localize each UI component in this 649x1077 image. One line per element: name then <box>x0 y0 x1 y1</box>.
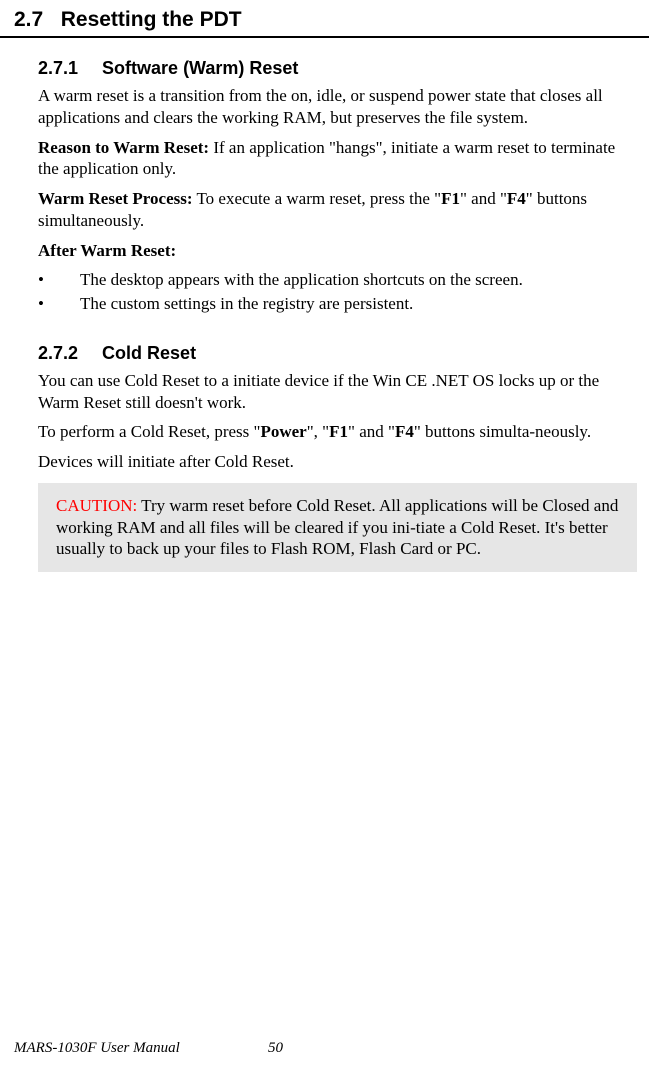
section-number: 2.7 <box>14 8 43 31</box>
cold-key-f4: F4 <box>395 422 414 441</box>
caution-body: Try warm reset before Cold Reset. All ap… <box>56 496 618 559</box>
cold-reset-after: Devices will initiate after Cold Reset. <box>38 451 637 473</box>
cold-key-f1: F1 <box>329 422 348 441</box>
cold-reset-process: To perform a Cold Reset, press "Power", … <box>38 421 637 443</box>
cold-para2-d: " buttons simulta-neously. <box>414 422 591 441</box>
bullet-text-2: The custom settings in the registry are … <box>80 293 413 315</box>
subsection-heading-1: 2.7.1 Software (Warm) Reset <box>38 58 637 79</box>
warm-reset-reason: Reason to Warm Reset: If an application … <box>38 137 637 181</box>
section-heading: 2.7 Resetting the PDT <box>0 0 649 38</box>
cold-key-power: Power <box>260 422 306 441</box>
list-item: • The custom settings in the registry ar… <box>38 293 637 315</box>
footer-manual-title: MARS-1030F User Manual <box>14 1040 180 1057</box>
subsection-heading-2: 2.7.2 Cold Reset <box>38 343 637 364</box>
subsection-title-2: Cold Reset <box>102 343 196 363</box>
cold-para2-b: ", " <box>307 422 329 441</box>
section-title-text: Resetting the PDT <box>61 8 242 31</box>
list-item: • The desktop appears with the applicati… <box>38 269 637 291</box>
cold-para2-a: To perform a Cold Reset, press " <box>38 422 260 441</box>
bullet-marker: • <box>38 293 80 315</box>
subsection-title-1: Software (Warm) Reset <box>102 58 298 78</box>
warm-reset-process: Warm Reset Process: To execute a warm re… <box>38 188 637 232</box>
reason-label: Reason to Warm Reset: <box>38 138 209 157</box>
caution-box: CAUTION: Try warm reset before Cold Rese… <box>38 483 637 572</box>
process-text-a: To execute a warm reset, press the " <box>193 189 442 208</box>
bullet-text-1: The desktop appears with the application… <box>80 269 523 291</box>
content-area: 2.7.1 Software (Warm) Reset A warm reset … <box>0 58 649 572</box>
caution-paragraph: CAUTION: Try warm reset before Cold Rese… <box>56 495 619 560</box>
cold-reset-description: You can use Cold Reset to a initiate dev… <box>38 370 637 414</box>
warm-reset-description: A warm reset is a transition from the on… <box>38 85 637 129</box>
page-footer: MARS-1030F User Manual 50 <box>14 1040 614 1057</box>
after-warm-reset-label: After Warm Reset: <box>38 240 637 262</box>
subsection-number-2: 2.7.2 <box>38 343 78 364</box>
caution-label: CAUTION: <box>56 496 137 515</box>
footer-page-number: 50 <box>268 1040 283 1057</box>
subsection-number-1: 2.7.1 <box>38 58 78 79</box>
process-text-b: " and " <box>460 189 507 208</box>
after-warm-reset-list: • The desktop appears with the applicati… <box>38 269 637 315</box>
bullet-marker: • <box>38 269 80 291</box>
process-label: Warm Reset Process: <box>38 189 193 208</box>
cold-para2-c: " and " <box>348 422 395 441</box>
process-key-f4: F4 <box>507 189 526 208</box>
process-key-f1: F1 <box>441 189 460 208</box>
